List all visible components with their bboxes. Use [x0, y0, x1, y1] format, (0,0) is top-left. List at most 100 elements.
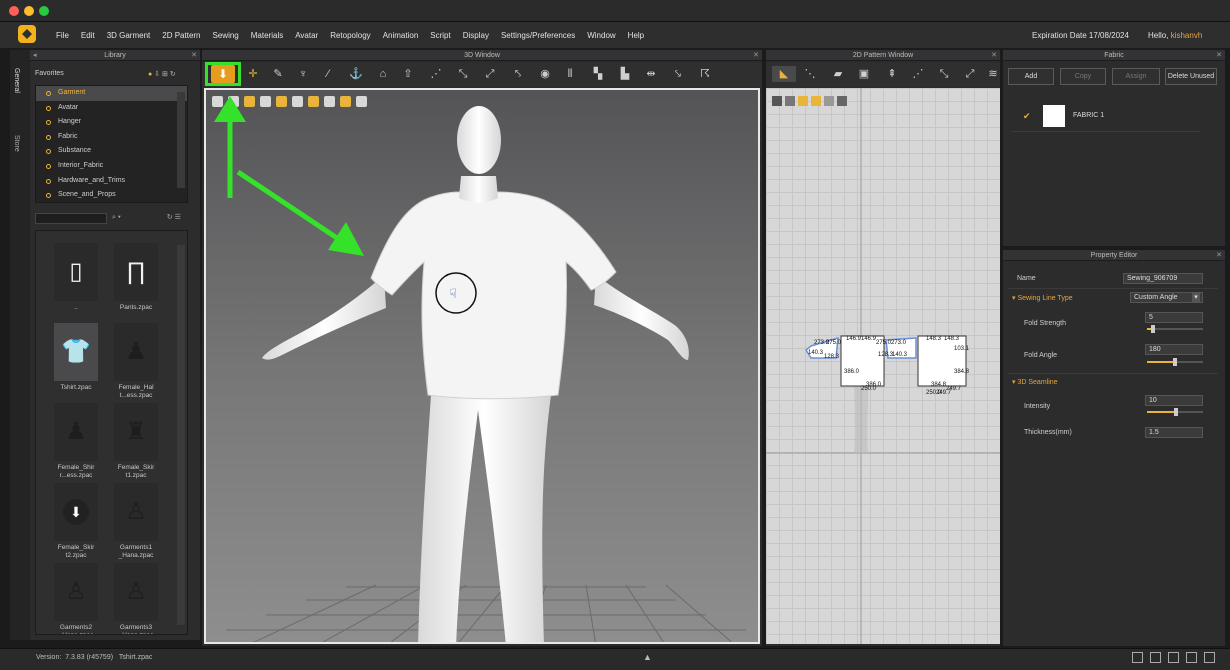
favorite-item-hanger[interactable]: Hanger [36, 115, 187, 130]
tshirt-garment[interactable] [370, 191, 617, 400]
layout-3d-icon[interactable] [1186, 652, 1197, 663]
assign-fabric-button[interactable]: Assign [1112, 68, 1160, 85]
close-icon[interactable]: ✕ [1216, 50, 1222, 61]
close-icon[interactable]: ✕ [991, 50, 997, 61]
2d-polygon-icon[interactable]: ▰ [830, 66, 846, 82]
tab-store[interactable]: Store [13, 135, 20, 152]
minimize-window-button[interactable] [24, 6, 34, 16]
2d-segment-icon[interactable]: ⋰ [910, 66, 926, 82]
star-icon[interactable]: ● [148, 71, 152, 78]
close-icon[interactable]: ✕ [753, 50, 759, 61]
library-file-tile[interactable]: ♙ Garments1 _Hana.zpac [110, 483, 162, 560]
delete-unused-button[interactable]: Delete Unused [1165, 68, 1217, 85]
favorite-item-interior-fabric[interactable]: Interior_Fabric [36, 159, 187, 174]
library-file-tile[interactable]: 👕 Tshirt.zpac [50, 323, 102, 392]
menu-item-file[interactable]: File [50, 31, 75, 40]
split-icon[interactable]: ⇹ [643, 66, 659, 82]
menu-item-retopology[interactable]: Retopology [324, 31, 376, 40]
library-file-tile[interactable]: ♙ Garments2 _Hana.zpac [50, 563, 102, 634]
seam-icon[interactable]: ⤣ [510, 66, 526, 82]
library-file-tile[interactable]: ▯.. [50, 243, 102, 312]
menu-item-materials[interactable]: Materials [245, 31, 289, 40]
2d-internal-icon[interactable]: ⇞ [884, 66, 900, 82]
maximize-window-button[interactable] [39, 6, 49, 16]
library-file-tile[interactable]: ♜ Female_Skir t1.zpac [110, 403, 162, 480]
menu-item-animation[interactable]: Animation [377, 31, 425, 40]
menu-item-help[interactable]: Help [622, 31, 650, 40]
list-view-icon[interactable]: ☰ [175, 214, 181, 221]
library-file-tile[interactable]: ♟ Female_Hal t...ess.zpac [110, 323, 162, 400]
2d-export-icon[interactable] [837, 96, 847, 106]
close-icon[interactable]: ✕ [191, 50, 197, 61]
library-file-tile[interactable]: ⬇ Female_Skir t2.zpac [50, 483, 102, 560]
favorites-scrollbar[interactable] [177, 92, 185, 188]
tab-general[interactable]: General [13, 68, 20, 93]
trim-icon[interactable]: ▚ [590, 66, 606, 82]
sew-icon[interactable]: ⤢ [482, 66, 498, 82]
add-icon[interactable]: ⊞ [162, 71, 168, 78]
favorite-item-avatar[interactable]: Avatar [36, 101, 187, 116]
sewing-line-type-select[interactable]: Custom Angle ▾ [1130, 292, 1203, 303]
name-field[interactable]: Sewing_906709 [1123, 273, 1203, 284]
2d-pattern-canvas[interactable]: 273.0 275.0 146.9 146.9 275.0 273.0 148.3 148.3… [766, 88, 1000, 644]
fold-angle-slider[interactable] [1147, 358, 1203, 366]
expand-up-icon[interactable]: ▲ [643, 652, 652, 662]
layout-grid-icon[interactable] [1204, 652, 1215, 663]
2d-fabric-icon[interactable] [798, 96, 808, 106]
favorite-item-fabric[interactable]: Fabric [36, 130, 187, 145]
copy-fabric-button[interactable]: Copy [1060, 68, 1106, 85]
fold-strength-slider[interactable] [1147, 325, 1203, 333]
refresh-icon[interactable]: ↻ [167, 214, 173, 221]
close-icon[interactable]: ✕ [1216, 250, 1222, 261]
library-search-input[interactable] [35, 213, 107, 224]
favorite-item-substance[interactable]: Substance [36, 144, 187, 159]
menu-item-sewing[interactable]: Sewing [207, 31, 245, 40]
pin-icon[interactable]: ◂ [33, 50, 37, 61]
add-fabric-button[interactable]: Add [1008, 68, 1054, 85]
layout-single-icon[interactable] [1132, 652, 1143, 663]
slider-knob[interactable] [1174, 408, 1179, 416]
button-tool-icon[interactable]: ◉ [537, 66, 553, 82]
fabric-list-item[interactable]: ✔ FABRIC 1 [1011, 104, 1201, 132]
2d-view-icon[interactable] [772, 96, 782, 106]
avatar-walk-icon[interactable]: ☈ [697, 66, 713, 82]
2d-rect-icon[interactable]: ▣ [856, 66, 872, 82]
layout-split-icon[interactable] [1150, 652, 1161, 663]
refresh-icon[interactable]: ↻ [170, 71, 176, 78]
intensity-slider[interactable] [1147, 408, 1203, 416]
close-window-button[interactable] [9, 6, 19, 16]
fold-strength-field[interactable]: 5 [1145, 312, 1203, 323]
2d-sew-icon[interactable]: ⤡ [936, 66, 952, 82]
2d-layer-icon[interactable] [824, 96, 834, 106]
menu-item-2d-pattern[interactable]: 2D Pattern [156, 31, 206, 40]
back-pattern[interactable] [917, 335, 967, 387]
library-file-tile[interactable]: ∏ Pants.zpac [110, 243, 162, 312]
measure-icon[interactable]: ▙ [617, 66, 633, 82]
library-file-tile[interactable]: ♙ Garments3 _Hana.zpac [110, 563, 162, 634]
menu-item-script[interactable]: Script [424, 31, 456, 40]
2d-seam-icon[interactable]: ⤢ [962, 66, 978, 82]
favorite-item-scene-and-props[interactable]: Scene_and_Props [36, 188, 187, 202]
favorite-item-hardware-and-trims[interactable]: Hardware_and_Trims [36, 174, 187, 189]
grid-scrollbar[interactable] [177, 245, 185, 625]
2d-texture-icon[interactable] [811, 96, 821, 106]
segment-icon[interactable]: ⤡ [455, 66, 471, 82]
tack-icon[interactable]: ⇧ [400, 66, 416, 82]
ruler-icon[interactable]: ⤥ [670, 66, 686, 82]
download-icon[interactable]: ⇩ [154, 71, 160, 78]
menu-item-avatar[interactable]: Avatar [289, 31, 324, 40]
zipper-icon[interactable]: ⫴ [562, 66, 578, 82]
menu-item-display[interactable]: Display [457, 31, 495, 40]
search-icon[interactable]: ⌕ ▾ [112, 214, 121, 221]
slider-knob[interactable] [1150, 325, 1155, 333]
thickness-field[interactable]: 1.5 [1145, 427, 1203, 438]
favorite-item-garment[interactable]: Garment [36, 86, 187, 101]
menu-item-3d-garment[interactable]: 3D Garment [101, 31, 157, 40]
user-greeting[interactable]: Hello, kishanvh [1148, 31, 1202, 40]
layout-2d-icon[interactable] [1168, 652, 1179, 663]
2d-point-icon[interactable]: ⋱ [802, 66, 818, 82]
2d-more-icon[interactable]: ≋ [985, 66, 1001, 82]
2d-transform-icon[interactable]: ◣ [772, 66, 796, 82]
fold-angle-field[interactable]: 180 [1145, 344, 1203, 355]
menu-item-edit[interactable]: Edit [75, 31, 101, 40]
